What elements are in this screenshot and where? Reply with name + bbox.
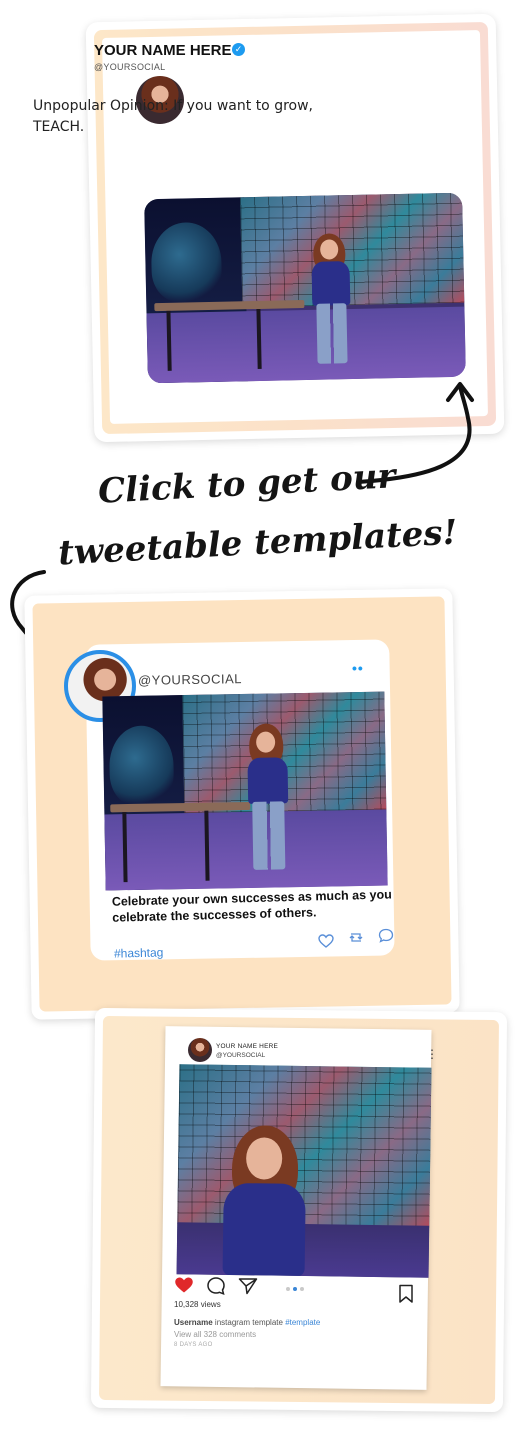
tweet-author-handle: @YOURSOCIAL <box>94 62 166 72</box>
instagram-caption-text: instagram template <box>214 1318 283 1327</box>
instagram-author-name: YOUR NAME HERE <box>216 1043 279 1050</box>
comment-icon[interactable] <box>378 928 394 943</box>
cta-line-2[interactable]: tweetable templates! <box>57 513 458 574</box>
instagram-view-comments[interactable]: View all 328 comments <box>174 1330 256 1339</box>
instagram-caption: Username instagram template #template <box>174 1318 320 1327</box>
share-icon[interactable] <box>238 1277 258 1295</box>
comment-icon[interactable] <box>206 1276 226 1296</box>
heart-filled-icon[interactable] <box>174 1276 194 1294</box>
tweet-text: Unpopular Opinion: If you want to grow, … <box>33 98 313 135</box>
instagram-avatar <box>188 1038 212 1062</box>
post-image <box>102 691 388 891</box>
instagram-author-handle: @YOURSOCIAL <box>216 1052 266 1059</box>
tweet-image <box>144 192 466 384</box>
instagram-posted-time: 8 DAYS AGO <box>174 1342 213 1348</box>
instagram-menu-icon[interactable]: ⋮ <box>426 1048 438 1060</box>
instagram-views: 10,328 views <box>174 1300 221 1309</box>
cta-line-1[interactable]: Click to get our <box>97 456 396 512</box>
instagram-caption-user[interactable]: Username <box>174 1318 213 1327</box>
instagram-caption-tag[interactable]: #template <box>285 1318 320 1327</box>
post-menu-icon[interactable]: •• <box>352 660 364 676</box>
instagram-image <box>176 1064 432 1278</box>
carousel-dots <box>286 1287 304 1291</box>
verified-check-icon: ✓ <box>232 43 245 56</box>
post-handle: @YOURSOCIAL <box>137 671 243 688</box>
heart-icon[interactable] <box>318 934 334 948</box>
post-hashtag[interactable]: #hashtag <box>114 945 164 960</box>
retweet-icon[interactable] <box>348 930 364 944</box>
bookmark-icon[interactable] <box>398 1284 414 1304</box>
tweet-author-name: YOUR NAME HERE <box>94 42 232 59</box>
